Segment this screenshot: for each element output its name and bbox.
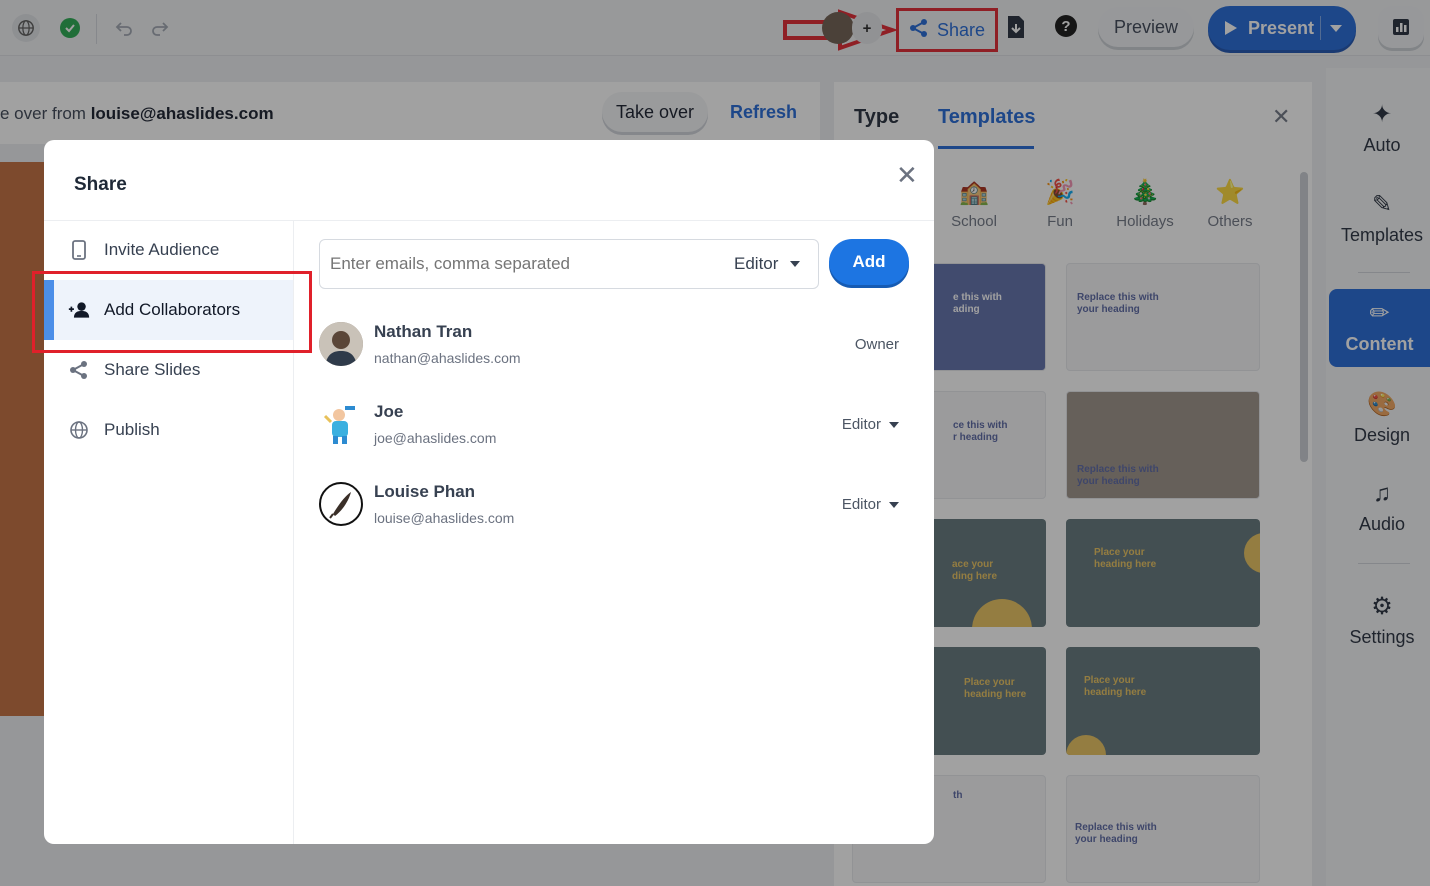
- caret-down-icon: [889, 421, 899, 428]
- nav-label: Invite Audience: [104, 240, 220, 259]
- nav-share-slides[interactable]: Share Slides: [44, 340, 293, 400]
- nav-add-collaborators[interactable]: Add Collaborators: [44, 280, 293, 340]
- dialog-title: Share: [74, 174, 127, 195]
- avatar: [319, 482, 363, 526]
- nav-label: Share Slides: [104, 360, 201, 379]
- nav-invite-audience[interactable]: Invite Audience: [44, 220, 293, 280]
- role-select[interactable]: Editor: [734, 254, 801, 274]
- role-select-value: Editor: [734, 254, 779, 273]
- collaborator-name: Nathan Tran: [374, 322, 473, 341]
- caret-down-icon: [889, 501, 899, 508]
- share-icon: [68, 360, 90, 380]
- share-dialog: Share ✕ Invite Audience Add Collaborator…: [44, 140, 934, 844]
- collaborator-row: Joe joe@ahaslides.com Editor: [319, 400, 909, 460]
- globe-icon: [68, 420, 90, 440]
- collaborator-name: Joe: [374, 402, 404, 421]
- close-icon[interactable]: ✕: [896, 160, 918, 191]
- collaborator-email: joe@ahaslides.com: [374, 430, 497, 446]
- collaborator-role-select[interactable]: Editor: [842, 416, 899, 433]
- add-user-icon: [68, 300, 90, 320]
- collaborator-role: Owner: [854, 336, 899, 353]
- nav-publish[interactable]: Publish: [44, 400, 293, 460]
- avatar: [319, 402, 363, 446]
- add-button[interactable]: Add: [829, 239, 909, 285]
- collaborator-row: Nathan Tran nathan@ahaslides.com Owner: [319, 320, 909, 380]
- collaborator-row: Louise Phan louise@ahaslides.com Editor: [319, 480, 909, 540]
- tablet-icon: [68, 240, 90, 260]
- dialog-nav-divider: [293, 220, 294, 844]
- nav-label: Add Collaborators: [104, 300, 241, 319]
- avatar: [319, 322, 363, 366]
- collaborator-role-select[interactable]: Editor: [842, 496, 899, 513]
- nav-label: Publish: [104, 420, 160, 439]
- collaborator-name: Louise Phan: [374, 482, 476, 501]
- caret-down-icon: [790, 261, 801, 267]
- collaborator-email: nathan@ahaslides.com: [374, 350, 521, 366]
- collaborator-email: louise@ahaslides.com: [374, 510, 515, 526]
